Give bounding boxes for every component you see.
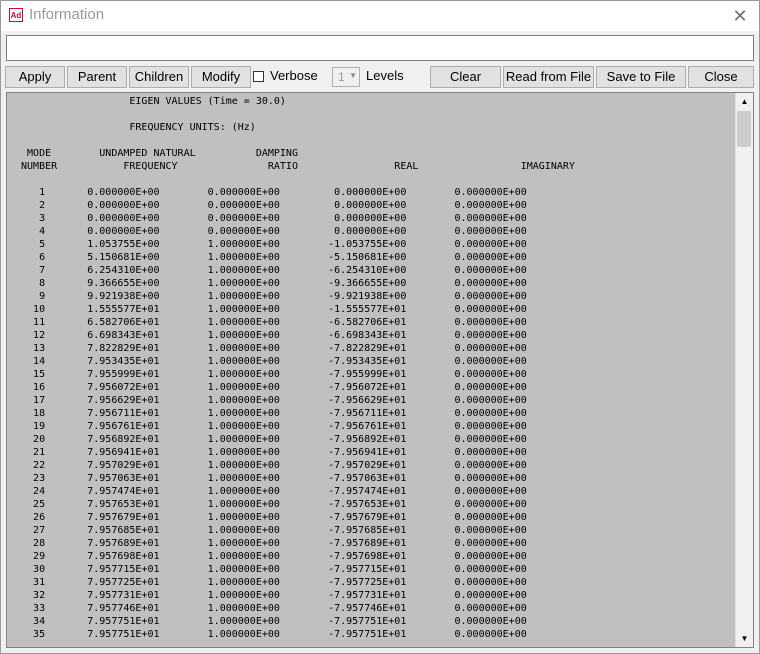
output-header-line: EIGEN VALUES (Time = 30.0)	[15, 96, 286, 107]
eigen-row: 22 7.957029E+01 1.000000E+00 -7.957029E+…	[15, 460, 527, 471]
eigen-row: 16 7.956072E+01 1.000000E+00 -7.956072E+…	[15, 382, 527, 393]
levels-select[interactable]: 1 ▼	[332, 67, 360, 87]
eigen-row: 32 7.957731E+01 1.000000E+00 -7.957731E+…	[15, 590, 527, 601]
modify-button[interactable]: Modify	[191, 66, 251, 88]
eigen-row: 13 7.822829E+01 1.000000E+00 -7.822829E+…	[15, 343, 527, 354]
eigen-row: 28 7.957689E+01 1.000000E+00 -7.957689E+…	[15, 538, 527, 549]
close-button[interactable]: Close	[688, 66, 754, 88]
eigen-row: 11 6.582706E+01 1.000000E+00 -6.582706E+…	[15, 317, 527, 328]
children-button[interactable]: Children	[129, 66, 189, 88]
eigen-row: 24 7.957474E+01 1.000000E+00 -7.957474E+…	[15, 486, 527, 497]
eigen-row: 9 9.921938E+00 1.000000E+00 -9.921938E+0…	[15, 291, 527, 302]
close-icon[interactable]: ✕	[727, 3, 753, 29]
read-from-file-button[interactable]: Read from File	[503, 66, 594, 88]
eigen-row: 7 6.254310E+00 1.000000E+00 -6.254310E+0…	[15, 265, 527, 276]
eigen-row: 26 7.957679E+01 1.000000E+00 -7.957679E+…	[15, 512, 527, 523]
clear-button[interactable]: Clear	[430, 66, 501, 88]
eigen-values-output: EIGEN VALUES (Time = 30.0) FREQUENCY UNI…	[7, 95, 745, 641]
scroll-down-icon[interactable]: ▼	[736, 630, 753, 647]
eigen-row: 19 7.956761E+01 1.000000E+00 -7.956761E+…	[15, 421, 527, 432]
output-header-line: MODE UNDAMPED NATURAL DAMPING	[15, 148, 298, 159]
eigen-row: 18 7.956711E+01 1.000000E+00 -7.956711E+…	[15, 408, 527, 419]
eigen-row: 2 0.000000E+00 0.000000E+00 0.000000E+00…	[15, 200, 527, 211]
levels-label: Levels	[366, 68, 404, 83]
eigen-row: 34 7.957751E+01 1.000000E+00 -7.957751E+…	[15, 616, 527, 627]
eigen-row: 33 7.957746E+01 1.000000E+00 -7.957746E+…	[15, 603, 527, 614]
command-input[interactable]	[6, 35, 754, 61]
verbose-label: Verbose	[270, 68, 318, 83]
eigen-row: 4 0.000000E+00 0.000000E+00 0.000000E+00…	[15, 226, 527, 237]
app-icon: Ad	[9, 8, 23, 22]
apply-button[interactable]: Apply	[5, 66, 65, 88]
eigen-row: 29 7.957698E+01 1.000000E+00 -7.957698E+…	[15, 551, 527, 562]
title-bar: Ad Information ✕	[1, 1, 759, 31]
verbose-checkbox[interactable]	[253, 71, 264, 82]
vertical-scrollbar[interactable]: ▲ ▼	[735, 93, 753, 647]
output-header-line	[15, 173, 745, 186]
window-title: Information	[29, 6, 105, 23]
information-window: Ad Information ✕ Apply Parent Children M…	[0, 0, 760, 654]
eigen-row: 27 7.957685E+01 1.000000E+00 -7.957685E+…	[15, 525, 527, 536]
eigen-row: 3 0.000000E+00 0.000000E+00 0.000000E+00…	[15, 213, 527, 224]
chevron-down-icon: ▼	[349, 71, 357, 80]
scroll-up-icon[interactable]: ▲	[736, 93, 753, 110]
eigen-row: 15 7.955999E+01 1.000000E+00 -7.955999E+…	[15, 369, 527, 380]
output-header-line: FREQUENCY UNITS: (Hz)	[15, 122, 256, 133]
eigen-row: 6 5.150681E+00 1.000000E+00 -5.150681E+0…	[15, 252, 527, 263]
output-header-line: NUMBER FREQUENCY RATIO REAL IMAGINARY	[15, 161, 575, 172]
eigen-row: 14 7.953435E+01 1.000000E+00 -7.953435E+…	[15, 356, 527, 367]
levels-value: 1	[338, 70, 345, 84]
save-to-file-button[interactable]: Save to File	[596, 66, 686, 88]
eigen-row: 30 7.957715E+01 1.000000E+00 -7.957715E+…	[15, 564, 527, 575]
eigen-row: 8 9.366655E+00 1.000000E+00 -9.366655E+0…	[15, 278, 527, 289]
eigen-row: 31 7.957725E+01 1.000000E+00 -7.957725E+…	[15, 577, 527, 588]
toolbar: Apply Parent Children Modify Verbose 1 ▼…	[1, 66, 759, 88]
eigen-row: 1 0.000000E+00 0.000000E+00 0.000000E+00…	[15, 187, 527, 198]
eigen-row: 25 7.957653E+01 1.000000E+00 -7.957653E+…	[15, 499, 527, 510]
scrollbar-thumb[interactable]	[737, 111, 751, 147]
output-text-area[interactable]: EIGEN VALUES (Time = 30.0) FREQUENCY UNI…	[6, 92, 754, 648]
eigen-row: 20 7.956892E+01 1.000000E+00 -7.956892E+…	[15, 434, 527, 445]
eigen-row: 35 7.957751E+01 1.000000E+00 -7.957751E+…	[15, 629, 527, 640]
eigen-row: 5 1.053755E+00 1.000000E+00 -1.053755E+0…	[15, 239, 527, 250]
eigen-row: 12 6.698343E+01 1.000000E+00 -6.698343E+…	[15, 330, 527, 341]
eigen-row: 23 7.957063E+01 1.000000E+00 -7.957063E+…	[15, 473, 527, 484]
parent-button[interactable]: Parent	[67, 66, 127, 88]
eigen-row: 21 7.956941E+01 1.000000E+00 -7.956941E+…	[15, 447, 527, 458]
output-header-line	[15, 108, 745, 121]
eigen-row: 10 1.555577E+01 1.000000E+00 -1.555577E+…	[15, 304, 527, 315]
output-header-line	[15, 134, 745, 147]
eigen-row: 17 7.956629E+01 1.000000E+00 -7.956629E+…	[15, 395, 527, 406]
